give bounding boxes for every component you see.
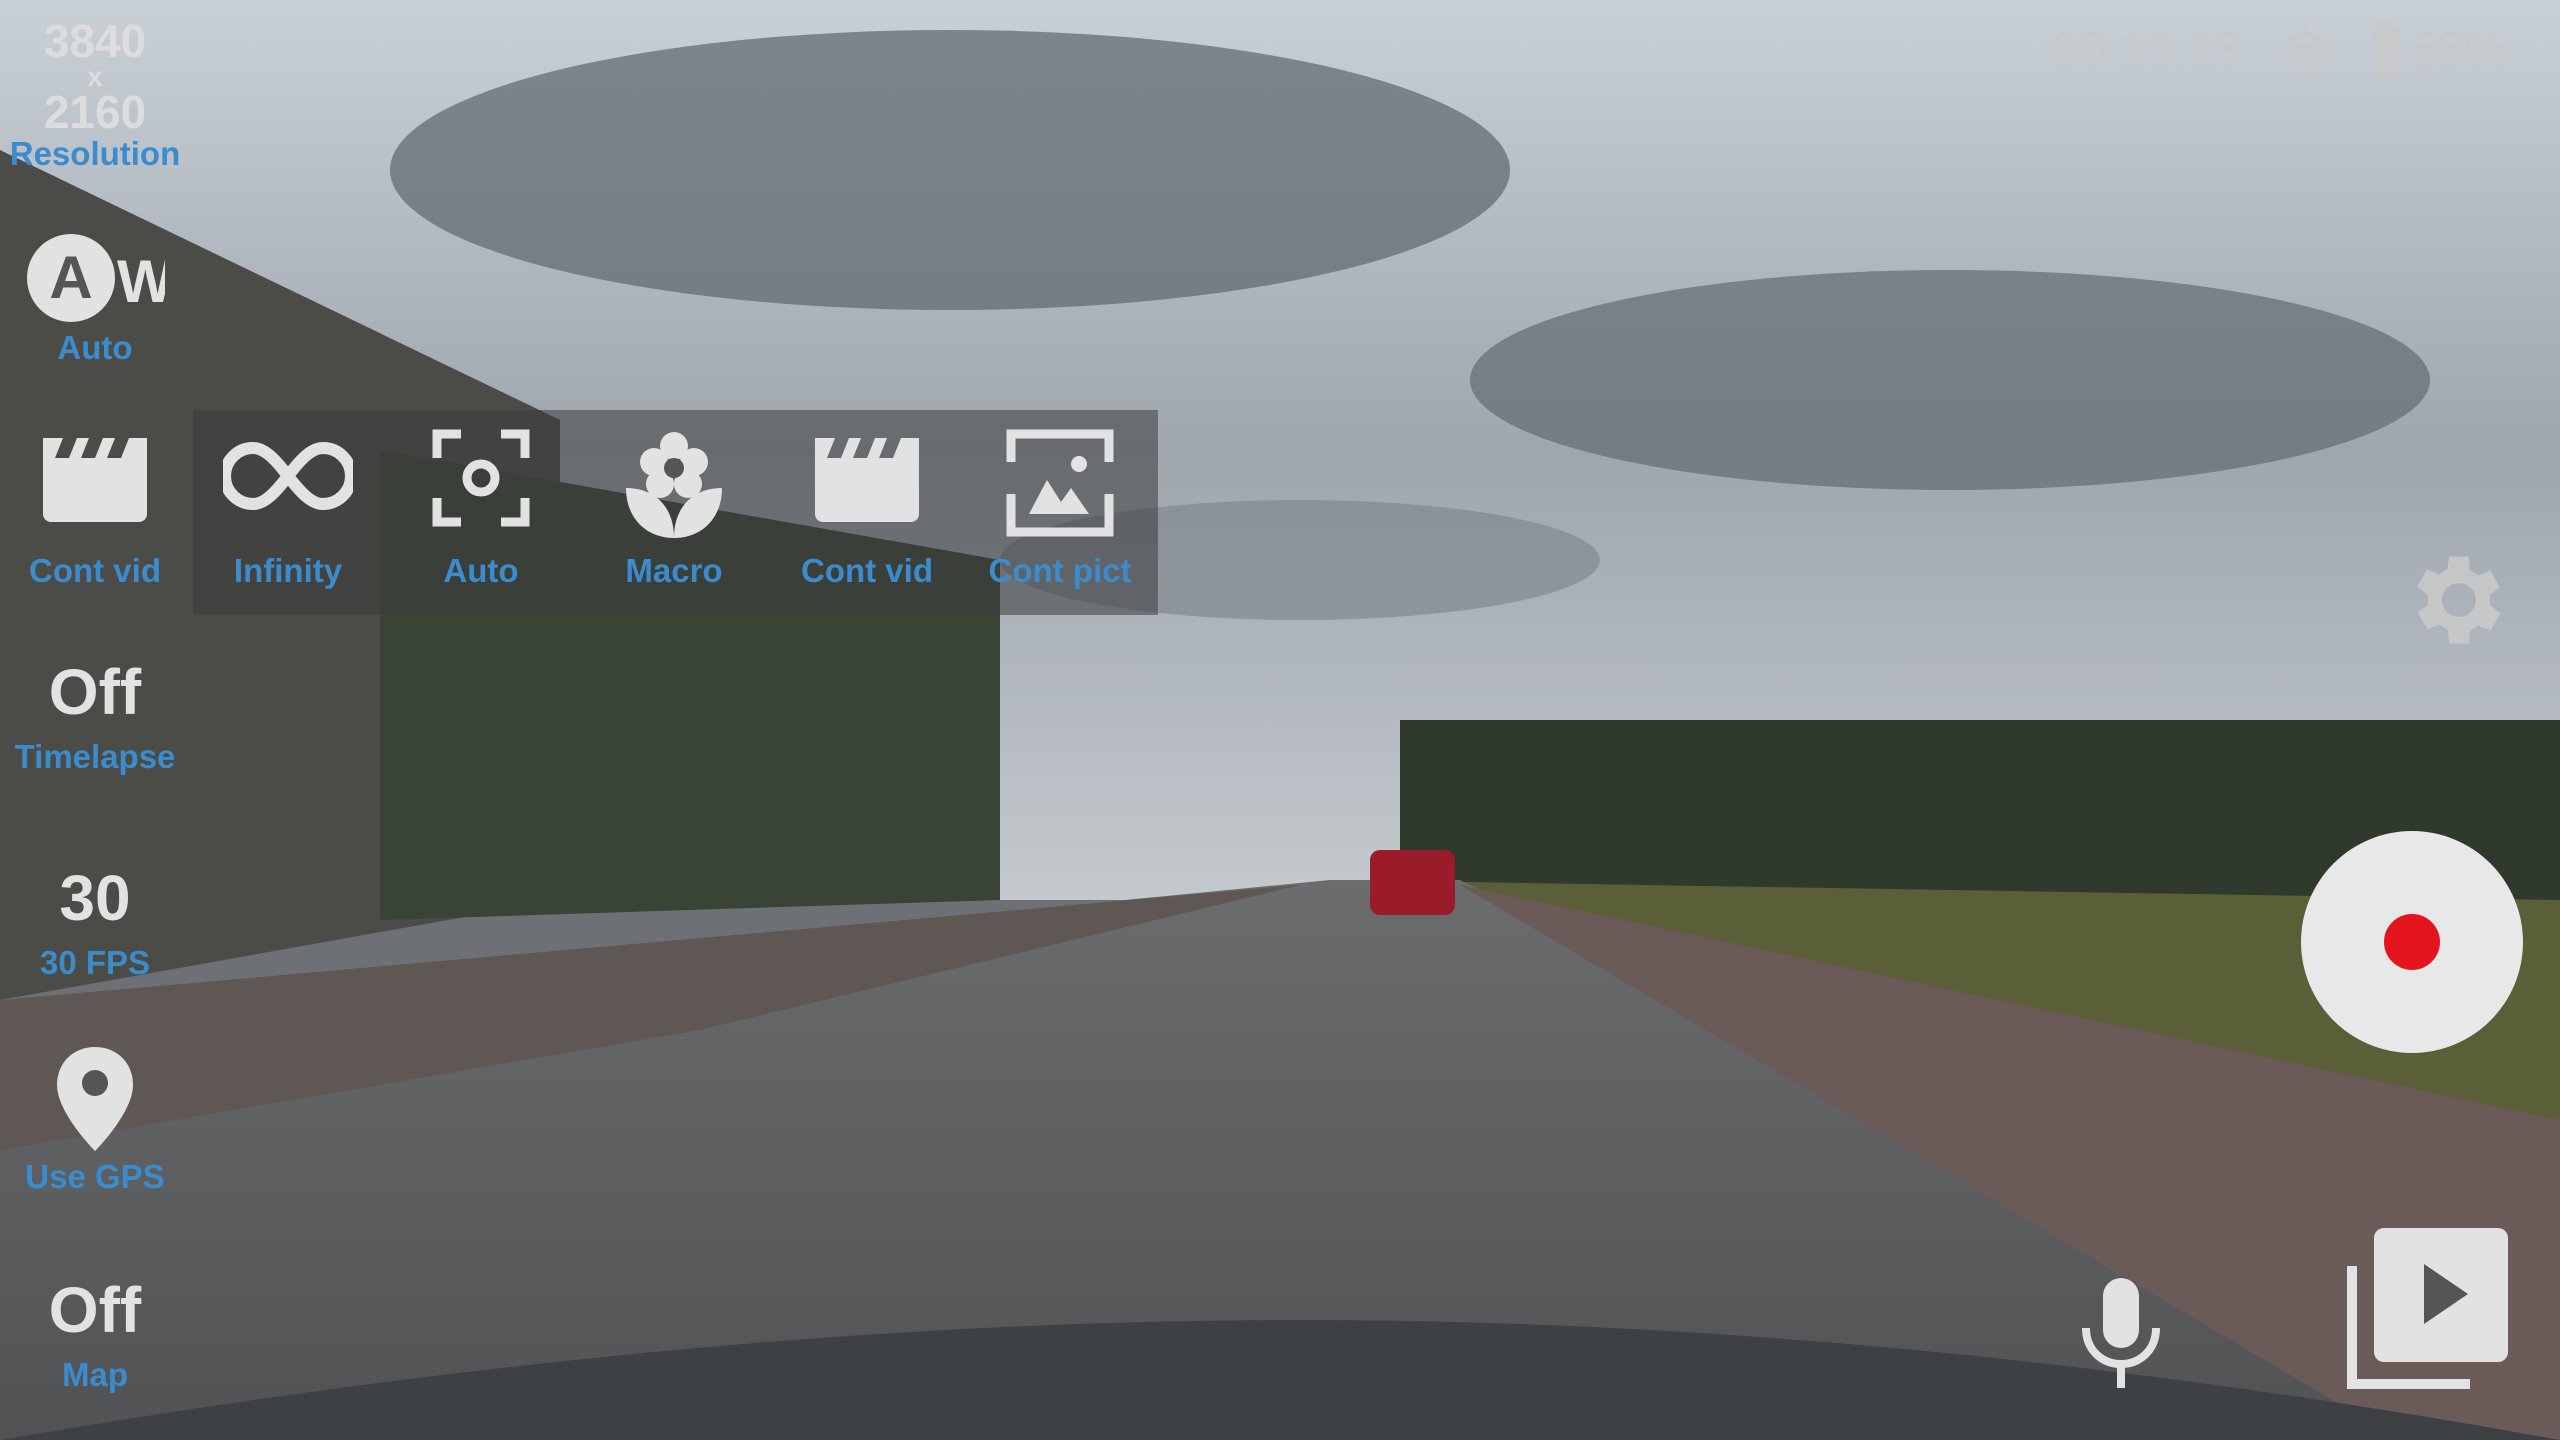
fps-value: 30 [59,862,131,934]
focus-option-infinity[interactable]: Infinity [193,410,383,615]
gps-button[interactable]: Use GPS [0,1045,190,1196]
timelapse-value: Off [48,656,142,728]
center-focus-icon [432,429,530,527]
focus-option-label: Auto [443,552,519,589]
location-pin-icon [57,1047,133,1151]
focus-option-cont-pict[interactable]: Cont pict [965,410,1155,615]
map-value: Off [48,1274,142,1346]
svg-text:W: W [117,248,165,315]
battery-icon [2372,22,2398,79]
resolution-height: 2160 [43,86,147,139]
white-balance-button[interactable]: AW Auto [0,232,190,367]
picture-focus-icon [1006,429,1114,537]
video-library-icon[interactable] [2346,1226,2510,1390]
clapperboard-icon [43,438,147,522]
microphone-icon[interactable] [2078,1276,2164,1390]
gear-icon[interactable] [2396,542,2512,658]
focus-option-cont-vid[interactable]: Cont vid [772,410,962,615]
map-label: Map [62,1356,128,1393]
focus-option-auto[interactable]: Auto [386,410,576,615]
resolution-label: Resolution [9,135,181,173]
auto-white-balance-icon: AW [27,234,174,322]
timelapse-button[interactable]: Off Timelapse [0,660,190,776]
clapperboard-icon [815,438,919,522]
battery-percent: 58% [2410,23,2509,77]
record-button[interactable] [2301,831,2523,1053]
gps-label: Use GPS [25,1158,165,1195]
mode-label: Cont vid [29,552,161,589]
svg-text:A: A [49,244,92,311]
focus-option-label: Infinity [233,552,343,589]
gps-fixed-icon [2279,26,2331,78]
focus-option-label: Cont pict [988,552,1132,589]
focus-mode-menu: Infinity Auto Macro Cont vid Cont pict [193,410,1158,615]
focus-option-macro[interactable]: Macro [579,410,769,615]
camera-preview [0,0,2560,1440]
flower-macro-icon [626,432,722,538]
fps-button[interactable]: 30 30 FPS [0,866,190,982]
map-button[interactable]: Off Map [0,1278,190,1394]
fps-label: 30 FPS [39,944,151,981]
record-icon [2384,914,2440,970]
resolution-width: 3840 [43,15,147,67]
focus-option-label: Macro [625,552,723,589]
mode-button[interactable]: Cont vid [0,410,190,615]
resolution-button[interactable]: 3840 x 2160 Resolution [0,18,190,173]
infinity-icon [219,441,357,511]
focus-option-label: Cont vid [801,552,933,589]
white-balance-label: Auto [57,329,133,366]
timelapse-label: Timelapse [14,738,176,775]
recording-timer: 00:13:23 [2051,23,2242,77]
